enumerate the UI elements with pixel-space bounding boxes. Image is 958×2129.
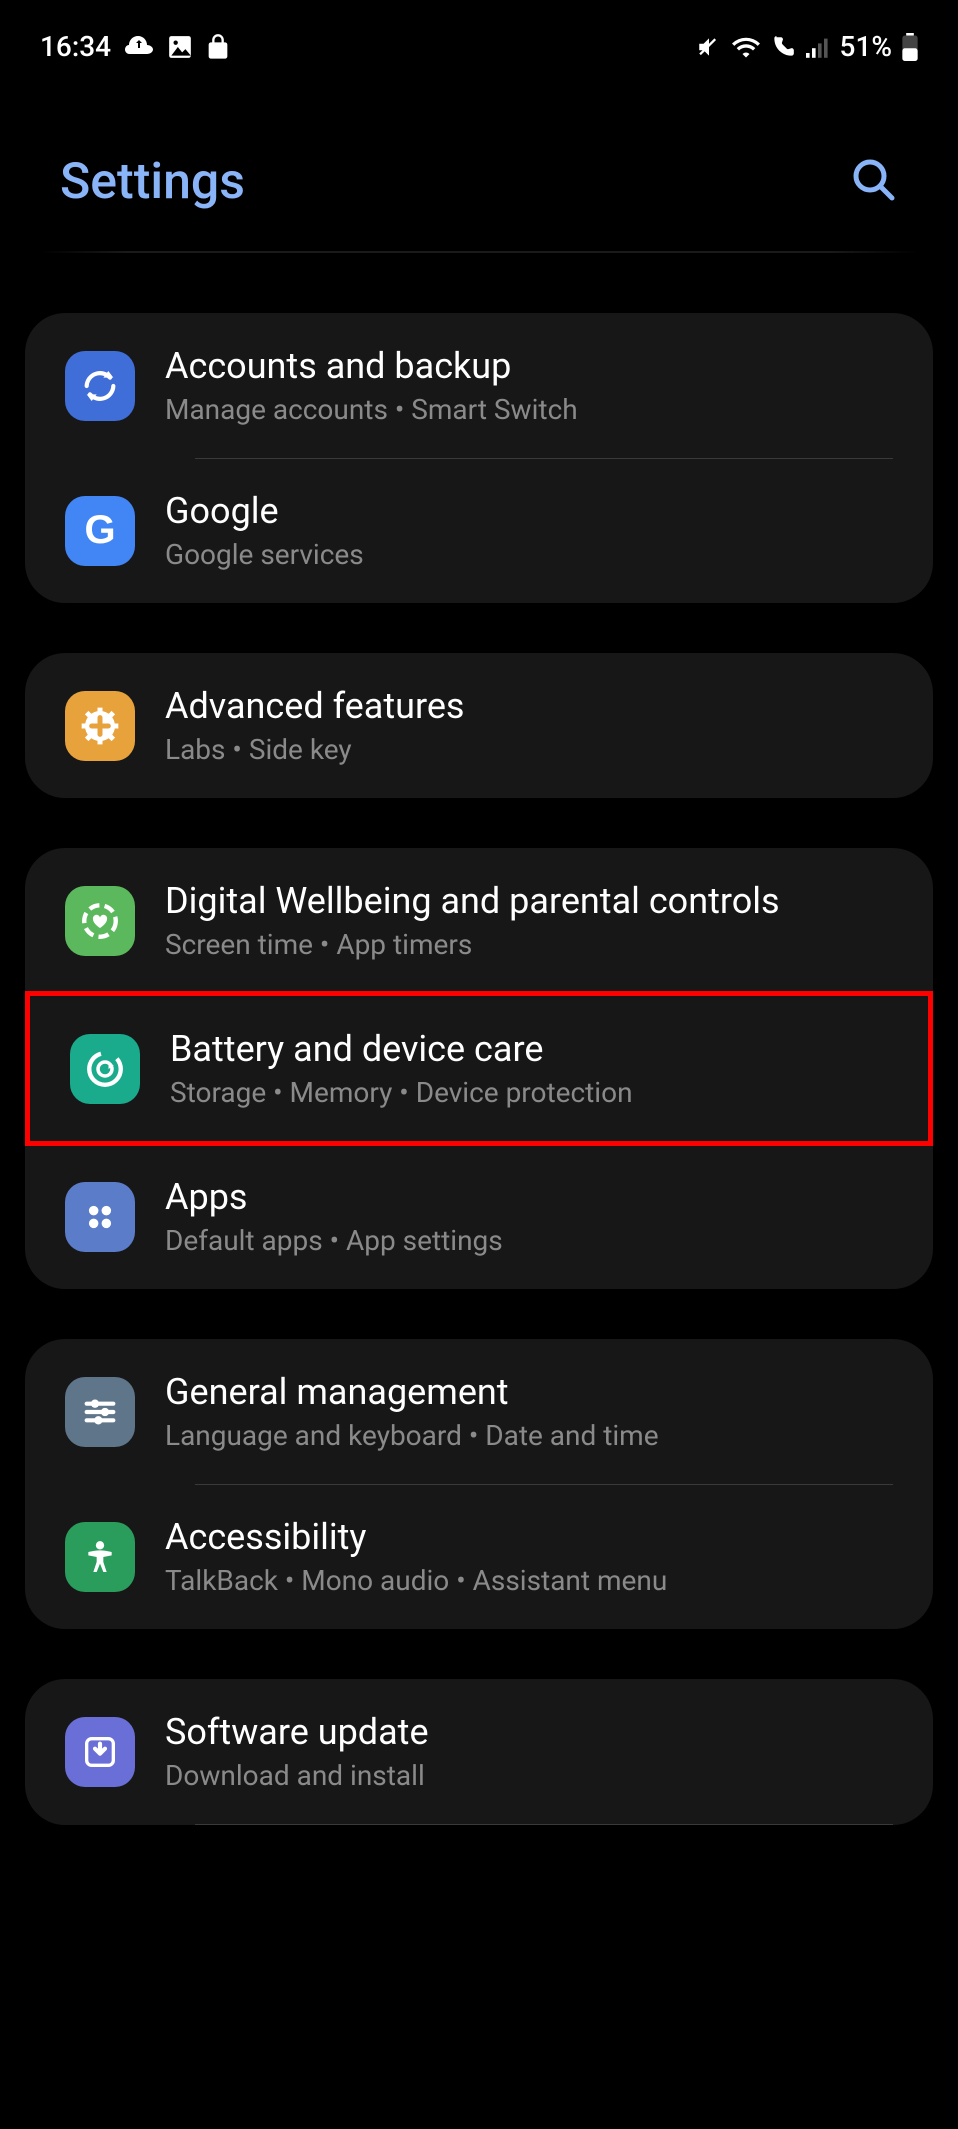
- google-g-icon: G: [65, 496, 135, 566]
- item-subtitle: Default apps • App settings: [165, 1224, 903, 1257]
- item-title: Accounts and backup: [165, 345, 903, 387]
- plus-gear-icon: [65, 691, 135, 761]
- item-title: Accessibility: [165, 1516, 903, 1558]
- lock-icon: [207, 33, 229, 61]
- refresh-circle-icon: [70, 1034, 140, 1104]
- battery-icon: [902, 33, 918, 61]
- page-title: Settings: [60, 153, 245, 211]
- header-divider: [40, 251, 918, 253]
- four-dots-icon: [65, 1182, 135, 1252]
- item-title: Battery and device care: [170, 1028, 898, 1070]
- mute-icon: [696, 34, 722, 60]
- sync-icon: [65, 351, 135, 421]
- settings-item-battery-device-care[interactable]: Battery and device care Storage • Memory…: [30, 996, 928, 1141]
- item-text: Advanced features Labs • Side key: [165, 685, 903, 766]
- status-bar: 16:34 51%: [0, 0, 958, 83]
- search-button[interactable]: [850, 156, 898, 208]
- item-subtitle: Download and install: [165, 1759, 903, 1792]
- item-text: Battery and device care Storage • Memory…: [170, 1028, 898, 1109]
- search-icon: [850, 189, 898, 208]
- item-text: Apps Default apps • App settings: [165, 1176, 903, 1257]
- sliders-icon: [65, 1377, 135, 1447]
- item-text: Digital Wellbeing and parental controls …: [165, 880, 903, 961]
- settings-group: Advanced features Labs • Side key: [25, 653, 933, 798]
- highlight-box: Battery and device care Storage • Memory…: [25, 991, 933, 1146]
- person-icon: [65, 1522, 135, 1592]
- header: Settings: [0, 83, 958, 251]
- settings-item-accounts-backup[interactable]: Accounts and backup Manage accounts • Sm…: [25, 313, 933, 458]
- divider: [195, 1824, 893, 1825]
- cloud-upload-icon: [125, 36, 153, 58]
- item-text: Accounts and backup Manage accounts • Sm…: [165, 345, 903, 426]
- item-text: General management Language and keyboard…: [165, 1371, 903, 1452]
- item-subtitle: TalkBack • Mono audio • Assistant menu: [165, 1564, 903, 1597]
- wifi-icon: [732, 36, 760, 58]
- status-time: 16:34: [40, 30, 111, 63]
- settings-item-accessibility[interactable]: Accessibility TalkBack • Mono audio • As…: [25, 1484, 933, 1629]
- settings-item-apps[interactable]: Apps Default apps • App settings: [25, 1144, 933, 1289]
- item-subtitle: Storage • Memory • Device protection: [170, 1076, 898, 1109]
- wifi-calling-icon: [770, 34, 796, 60]
- item-text: Software update Download and install: [165, 1711, 903, 1792]
- item-subtitle: Google services: [165, 538, 903, 571]
- item-subtitle: Labs • Side key: [165, 733, 903, 766]
- item-title: General management: [165, 1371, 903, 1413]
- settings-item-software-update[interactable]: Software update Download and install: [25, 1679, 933, 1824]
- image-icon: [167, 34, 193, 60]
- heart-circle-icon: [65, 886, 135, 956]
- signal-icon: [806, 36, 830, 58]
- download-arrow-icon: [65, 1717, 135, 1787]
- battery-percentage: 51%: [840, 30, 892, 63]
- settings-group: Software update Download and install: [25, 1679, 933, 1825]
- item-title: Software update: [165, 1711, 903, 1753]
- item-title: Advanced features: [165, 685, 903, 727]
- item-text: Accessibility TalkBack • Mono audio • As…: [165, 1516, 903, 1597]
- status-left: 16:34: [40, 30, 229, 63]
- item-subtitle: Screen time • App timers: [165, 928, 903, 961]
- settings-item-general-management[interactable]: General management Language and keyboard…: [25, 1339, 933, 1484]
- status-right: 51%: [696, 30, 918, 63]
- item-subtitle: Manage accounts • Smart Switch: [165, 393, 903, 426]
- item-subtitle: Language and keyboard • Date and time: [165, 1419, 903, 1452]
- item-title: Apps: [165, 1176, 903, 1218]
- item-title: Google: [165, 490, 903, 532]
- item-title: Digital Wellbeing and parental controls: [165, 880, 903, 922]
- settings-item-advanced-features[interactable]: Advanced features Labs • Side key: [25, 653, 933, 798]
- settings-group: Accounts and backup Manage accounts • Sm…: [25, 313, 933, 603]
- item-text: Google Google services: [165, 490, 903, 571]
- settings-item-google[interactable]: G Google Google services: [25, 458, 933, 603]
- settings-group: Digital Wellbeing and parental controls …: [25, 848, 933, 1289]
- settings-group: General management Language and keyboard…: [25, 1339, 933, 1629]
- settings-item-digital-wellbeing[interactable]: Digital Wellbeing and parental controls …: [25, 848, 933, 993]
